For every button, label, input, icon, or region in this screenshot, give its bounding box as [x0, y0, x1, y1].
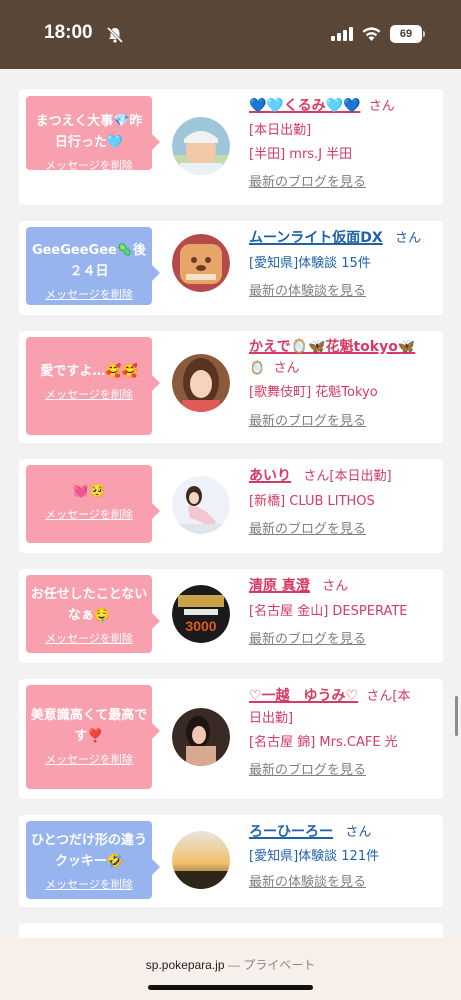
message-text: お任せしたことないなぁ🤤	[30, 587, 148, 623]
avatar[interactable]	[172, 708, 230, 766]
avatar[interactable]: 3000	[172, 585, 230, 643]
work-status: [本日出勤]	[249, 123, 312, 138]
avatar[interactable]	[172, 354, 230, 412]
status-time: 18:00	[44, 22, 93, 43]
message-text: GeeGeeGee🦠後２４日	[31, 243, 147, 279]
message-card[interactable]: ひとつだけ形の違うクッキー🤣 メッセージを削除 ろーひーろー さん [愛知県]体…	[19, 815, 443, 907]
profile-name[interactable]: 清原 真澄	[249, 578, 310, 594]
latest-blog-link[interactable]: 最新のブログを見る	[249, 522, 366, 537]
profile-info: ムーンライト仮面DX さん [愛知県]体験談 15件 最新の体験談を見る	[249, 227, 439, 303]
message-bubble: 💓🥺 メッセージを削除	[26, 465, 160, 543]
message-card[interactable]: 美意識高くて最高です❣️ メッセージを削除 ♡一越 ゆうみ♡ さん[本 日出勤]…	[19, 679, 443, 799]
latest-review-link[interactable]: 最新の体験談を見る	[249, 875, 366, 890]
message-bubble: ひとつだけ形の違うクッキー🤣 メッセージを削除	[26, 821, 160, 899]
address-bar[interactable]: sp.pokepara.jp — プライベート	[0, 956, 461, 973]
honorific: さん[本日出勤]	[303, 469, 392, 484]
message-bubble: まつえく大事💎昨日行った🩵 メッセージを削除	[26, 96, 160, 173]
private-mode-label: — プライベート	[224, 958, 316, 972]
profile-name[interactable]: ♡一越 ゆうみ♡	[249, 688, 358, 704]
shop-name: [新橋] CLUB LITHOS	[249, 494, 375, 509]
profile-info: ろーひーろー さん [愛知県]体験談 121件 最新の体験談を見る	[249, 821, 439, 894]
profile-info: 💙🩵くるみ🩵💙 さん [本日出勤] [半田] mrs.J 半田 最新のブログを見…	[249, 95, 439, 194]
avatar[interactable]	[172, 831, 230, 889]
avatar[interactable]	[172, 476, 230, 534]
honorific: さん	[322, 579, 349, 594]
avatar[interactable]	[172, 234, 230, 292]
message-text: 愛ですよ…🥰🥰	[40, 364, 138, 379]
wifi-icon	[362, 27, 381, 41]
scrollbar[interactable]	[455, 696, 458, 736]
shop-name: [歌舞伎町] 花魁Tokyo	[249, 385, 378, 400]
home-indicator[interactable]	[148, 985, 313, 990]
profile-info: 清原 真澄 さん [名古屋 金山] DESPERATE 最新のブログを見る	[249, 575, 449, 651]
honorific: さん	[273, 361, 300, 376]
delete-message-link[interactable]: メッセージを削除	[45, 157, 133, 173]
honorific: さん[本	[366, 689, 411, 704]
shop-name: [名古屋 錦] Mrs.CAFE 光	[249, 735, 398, 750]
profile-name[interactable]: 💙🩵くるみ🩵💙	[249, 98, 360, 114]
profile-info: あいり さん[本日出勤] [新橋] CLUB LITHOS 最新のブログを見る	[249, 465, 439, 541]
delete-message-link[interactable]: メッセージを削除	[45, 386, 133, 402]
signal-icon	[331, 27, 353, 41]
shop-name: [半田] mrs.J 半田	[249, 147, 353, 162]
profile-name[interactable]: かえで🪞🦋花魁tokyo🦋	[249, 339, 415, 355]
work-status: 日出勤]	[249, 711, 294, 726]
delete-message-link[interactable]: メッセージを削除	[45, 876, 133, 892]
message-bubble: 美意識高くて最高です❣️ メッセージを削除	[26, 685, 160, 789]
message-text: 💓🥺	[72, 484, 106, 499]
profile-info: ♡一越 ゆうみ♡ さん[本 日出勤] [名古屋 錦] Mrs.CAFE 光 最新…	[249, 685, 439, 782]
honorific: さん	[368, 99, 395, 114]
profile-name[interactable]: ろーひーろー	[249, 824, 333, 840]
profile-name[interactable]: あいり	[249, 468, 291, 484]
delete-message-link[interactable]: メッセージを削除	[45, 630, 133, 646]
latest-blog-link[interactable]: 最新のブログを見る	[249, 414, 366, 429]
message-card[interactable]: お任せしたことないなぁ🤤 メッセージを削除 3000 清原 真澄 さん [名古屋…	[19, 569, 443, 663]
message-bubble: お任せしたことないなぁ🤤 メッセージを削除	[26, 575, 160, 653]
browser-bottom-bar: sp.pokepara.jp — プライベート	[0, 938, 461, 1000]
message-bubble: 愛ですよ…🥰🥰 メッセージを削除	[26, 337, 160, 435]
battery-indicator: 69	[390, 25, 422, 43]
shop-name: [名古屋 金山] DESPERATE	[249, 604, 408, 619]
bell-off-icon	[106, 26, 124, 44]
status-bar: 18:00 69	[0, 0, 461, 69]
message-card[interactable]: 💓🥺 メッセージを削除 あいり さん[本日出勤] [新橋] CLUB LITHO…	[19, 459, 443, 553]
message-text: まつえく大事💎昨日行った🩵	[35, 114, 143, 150]
latest-blog-link[interactable]: 最新のブログを見る	[249, 763, 366, 778]
profile-name[interactable]: ムーンライト仮面DX	[249, 230, 383, 246]
latest-blog-link[interactable]: 最新のブログを見る	[249, 175, 366, 190]
review-count: [愛知県]体験談 121件	[249, 849, 380, 864]
honorific: さん	[345, 825, 372, 840]
delete-message-link[interactable]: メッセージを削除	[45, 506, 133, 522]
message-text: 美意識高くて最高です❣️	[30, 708, 148, 744]
name-tail: 🪞	[249, 361, 266, 376]
message-card[interactable]: まつえく大事💎昨日行った🩵 メッセージを削除 💙🩵くるみ🩵💙 さん [本日出勤]…	[19, 89, 443, 205]
profile-info: かえで🪞🦋花魁tokyo🦋 🪞 さん [歌舞伎町] 花魁Tokyo 最新のブログ…	[249, 337, 439, 433]
battery-tip	[423, 31, 425, 37]
review-count: [愛知県]体験談 15件	[249, 256, 371, 271]
avatar[interactable]	[172, 117, 230, 175]
delete-message-link[interactable]: メッセージを削除	[45, 751, 133, 767]
latest-review-link[interactable]: 最新の体験談を見る	[249, 284, 366, 299]
message-card[interactable]: GeeGeeGee🦠後２４日 メッセージを削除 ムーンライト仮面DX さん [愛…	[19, 221, 443, 315]
latest-blog-link[interactable]: 最新のブログを見る	[249, 632, 366, 647]
delete-message-link[interactable]: メッセージを削除	[45, 286, 133, 302]
message-card[interactable]: 愛ですよ…🥰🥰 メッセージを削除 かえで🪞🦋花魁tokyo🦋 🪞 さん [歌舞伎…	[19, 331, 443, 443]
message-text: ひとつだけ形の違うクッキー🤣	[30, 833, 148, 869]
message-feed[interactable]: まつえく大事💎昨日行った🩵 メッセージを削除 💙🩵くるみ🩵💙 さん [本日出勤]…	[19, 89, 443, 969]
honorific: さん	[395, 231, 422, 246]
avatar-price-text: 3000	[185, 618, 216, 634]
url-text: sp.pokepara.jp	[145, 958, 225, 972]
message-bubble: GeeGeeGee🦠後２４日 メッセージを削除	[26, 227, 160, 305]
